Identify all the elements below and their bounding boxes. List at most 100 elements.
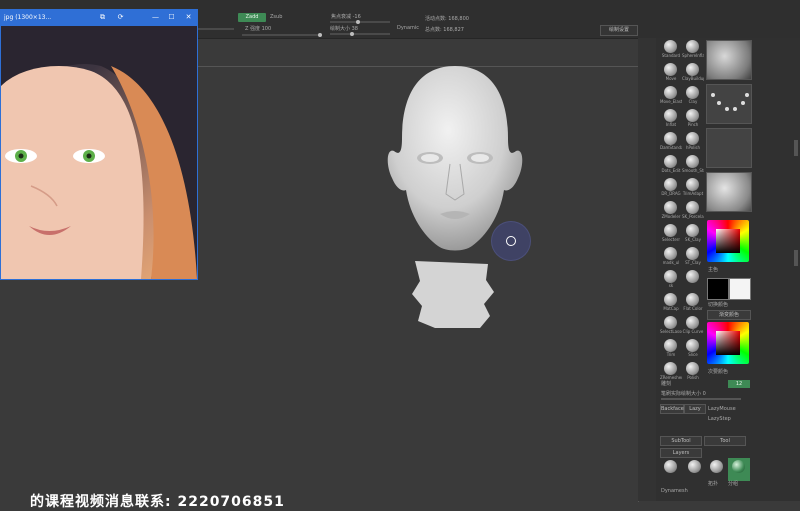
rgb-slider[interactable]: [200, 28, 234, 30]
brush-tool[interactable]: Polish: [682, 360, 704, 383]
secondary-color-label: 次要颜色: [708, 369, 729, 375]
brush-tool-label: Inflat: [665, 122, 677, 127]
brush-tool[interactable]: ST_Clay: [682, 245, 704, 268]
focal-shift-slider[interactable]: [330, 20, 390, 24]
minimize-icon[interactable]: —: [151, 13, 160, 22]
brush-tool[interactable]: madk_ul: [660, 245, 682, 268]
brush-tool[interactable]: Dots_Edit: [660, 153, 682, 176]
brush-tool[interactable]: Trim: [660, 337, 682, 360]
group-label[interactable]: 分组: [728, 480, 738, 487]
primary-color-label: 主色: [708, 267, 719, 273]
brush-tool-label: Pinch: [687, 122, 699, 127]
brush-tool[interactable]: DamStandard: [660, 130, 682, 153]
draw-settings-button[interactable]: 绘制设置: [600, 25, 638, 36]
lazy-button[interactable]: Lazy: [684, 404, 706, 414]
zsub-button[interactable]: Zsub: [270, 14, 282, 20]
brush-icon: [686, 316, 699, 329]
maximize-icon[interactable]: ☐: [167, 13, 176, 22]
brush-size-slider[interactable]: [661, 398, 741, 400]
brush-tool-label: Smooth_Stronger: [682, 168, 704, 173]
backface-button[interactable]: Backface: [660, 404, 684, 414]
brush-tool-label: Slice: [688, 352, 698, 357]
color-picker-primary[interactable]: [707, 220, 749, 262]
reference-image-window[interactable]: jpg (1300×13... ⧉ ⟳ — ☐ ✕: [0, 9, 198, 280]
brush-tool[interactable]: Flat Color: [682, 291, 704, 314]
color-picker-secondary[interactable]: [707, 322, 749, 364]
scroll-handle-1[interactable]: [794, 140, 798, 156]
brush-tool-label: Clay: [688, 99, 698, 104]
brush-tool[interactable]: Standard: [660, 38, 682, 61]
brush-icon: [686, 201, 699, 214]
material-thumbnail[interactable]: [706, 172, 752, 212]
brush-tool[interactable]: Clay: [682, 84, 704, 107]
brush-tool[interactable]: MatCap: [660, 291, 682, 314]
brush-tool[interactable]: Move_Elastic: [660, 84, 682, 107]
scroll-handle-2[interactable]: [794, 250, 798, 266]
brush-icon: [664, 247, 677, 260]
current-brush-thumbnail[interactable]: [706, 40, 752, 80]
brush-tool[interactable]: SK_Clay: [682, 222, 704, 245]
watermark-text: 的课程视频消息联系: 2220706851: [30, 494, 285, 510]
subtool-button[interactable]: SubTool: [660, 436, 702, 446]
brush-icon: [664, 362, 677, 375]
brush-tool-label: ClayBuildup: [682, 76, 704, 81]
brush-tool[interactable]: ClayBuildup: [682, 61, 704, 84]
brush-icon: [664, 316, 677, 329]
close-icon[interactable]: ✕: [184, 13, 193, 22]
topology-label[interactable]: 拓扑: [708, 480, 718, 487]
lazymouse-label[interactable]: LazyMouse: [708, 406, 736, 412]
brush-icon: [664, 339, 677, 352]
brush-icon: [686, 293, 699, 306]
tool-button[interactable]: Tool: [704, 436, 746, 446]
brush-icon: [686, 155, 699, 168]
bottom-tool-1[interactable]: [660, 458, 682, 481]
brush-tool[interactable]: SelectLasso: [660, 314, 682, 337]
z-intensity-slider[interactable]: [242, 33, 322, 37]
zadd-button[interactable]: Zadd: [238, 13, 266, 22]
brush-tool[interactable]: TrimAdapt: [682, 176, 704, 199]
alpha-thumbnail[interactable]: [706, 128, 752, 168]
brush-tool[interactable]: ZModeler: [660, 199, 682, 222]
refresh-icon[interactable]: ⟳: [116, 13, 125, 22]
brush-icon: [686, 362, 699, 375]
bottom-tool-3[interactable]: [706, 458, 728, 481]
reference-window-titlebar[interactable]: jpg (1300×13... ⧉ ⟳ — ☐ ✕: [1, 10, 197, 26]
brush-tool[interactable]: Selecterr: [660, 222, 682, 245]
head-sculpt-model[interactable]: [380, 66, 530, 331]
brush-tool[interactable]: [682, 268, 704, 291]
brush-icon: [664, 155, 677, 168]
gradient-button[interactable]: 渐变颜色: [707, 310, 751, 320]
brush-tool[interactable]: Pinch: [682, 107, 704, 130]
brush-tool[interactable]: Slice: [682, 337, 704, 360]
draw-size-slider[interactable]: [330, 32, 390, 36]
brush-tool[interactable]: Move: [660, 61, 682, 84]
primary-swatch[interactable]: [707, 278, 729, 300]
tile-icon[interactable]: ⧉: [98, 13, 107, 22]
brush-size-label: 笔刷实际绘制大小 0: [661, 391, 706, 397]
brush-tool-label: sk: [668, 283, 674, 288]
brush-tool[interactable]: Clip Curve: [682, 314, 704, 337]
sculpt-value-badge[interactable]: 12: [728, 380, 750, 388]
layers-button[interactable]: Layers: [660, 448, 702, 458]
lazystep-label[interactable]: LazyStep: [708, 416, 731, 422]
dynamesh-label[interactable]: Dynamesh: [661, 488, 688, 494]
bottom-tool-active[interactable]: [728, 458, 750, 481]
brush-tool-label: ST_Clay: [685, 260, 701, 265]
brush-tool-label: Flat Color: [683, 306, 703, 311]
secondary-swatch[interactable]: [729, 278, 751, 300]
brush-icon: [686, 339, 699, 352]
dynamic-toggle[interactable]: Dynamic: [397, 25, 419, 31]
brush-tool-label: SK_Clay: [685, 237, 701, 242]
brush-icon: [664, 109, 677, 122]
brush-tool[interactable]: DR_DRAG: [660, 176, 682, 199]
brush-tool[interactable]: Inflat: [660, 107, 682, 130]
brush-tool[interactable]: sk: [660, 268, 682, 291]
brush-tool[interactable]: SK_Porcelain: [682, 199, 704, 222]
brush-tool[interactable]: Smooth_Stronger: [682, 153, 704, 176]
brush-tool-label: SK_Porcelain: [682, 214, 704, 219]
brush-tool[interactable]: hPolish: [682, 130, 704, 153]
brush-tool[interactable]: SphereInflate: [682, 38, 704, 61]
brush-icon: [686, 132, 699, 145]
bottom-tool-2[interactable]: [684, 458, 706, 481]
stroke-thumbnail[interactable]: [706, 84, 752, 124]
